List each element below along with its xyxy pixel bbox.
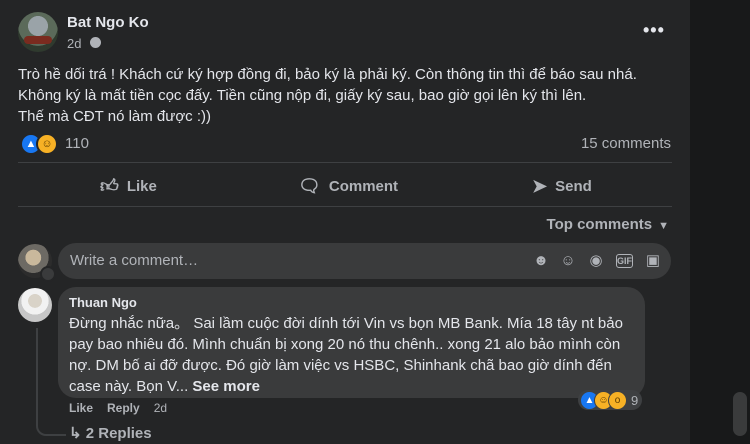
comment-reaction-count: 9 [631,393,639,408]
post-body: Trò hề dối trá ! Khách cứ ký hợp đồng đi… [18,66,637,125]
view-replies-link[interactable]: ↳ 2 Replies [69,424,152,442]
scrollbar-thumb[interactable] [733,392,747,436]
comment-bubble-icon: 🗨︎ [298,175,321,196]
reply-arrow-icon: ↳ [69,425,82,442]
comment-time[interactable]: 2d [154,401,167,415]
comment-label: Comment [328,177,399,195]
comment-button[interactable]: 🗨︎ Comment [298,170,398,202]
wow-reaction-icon: o [608,391,627,410]
comment-body: Đừng nhắc nữa。 Sai lầm cuộc đời dính tới… [69,313,639,397]
comment-placeholder: Write a comment… [70,252,199,269]
author-name[interactable]: Bat Ngo Ko [67,14,149,31]
author-avatar[interactable] [18,12,58,52]
send-label: Send [555,177,592,195]
post-time[interactable]: 2d [67,36,81,51]
comment-input[interactable]: Write a comment… ☻ ☺ ◉ GIF ▣ [58,243,671,279]
send-button[interactable]: ➤ Send [532,170,592,202]
comment-like-link[interactable]: Like [69,401,93,415]
current-user-avatar[interactable] [18,244,56,282]
comment-reply-link[interactable]: Reply [107,401,140,415]
sort-label: Top comments [546,216,653,233]
commenter-avatar[interactable] [18,288,52,322]
post-card: Bat Ngo Ko 2d ••• Trò hề dối trá ! Khách… [0,0,690,444]
reaction-count[interactable]: 110 [65,135,89,152]
sticker-icon[interactable]: ▣ [644,252,662,270]
comment-bubble: Thuan Ngo Đừng nhắc nữa。 Sai lầm cuộc đờ… [58,287,645,398]
see-more-link[interactable]: See more [192,378,260,395]
camera-icon[interactable]: ◉ [587,252,605,270]
commenter-name[interactable]: Thuan Ngo [69,295,137,310]
haha-reaction-icon: ☺ [36,133,58,155]
emoji-icon[interactable]: ☺ [559,252,577,270]
gif-icon[interactable]: GIF [616,254,633,268]
like-label: Like [126,177,157,195]
account-switch-icon[interactable] [40,266,56,282]
comment-text: Đừng nhắc nữa。 Sai lầm cuộc đời dính tới… [69,315,623,395]
comment-actions: Like Reply 2d [69,401,167,415]
divider [18,206,672,207]
avatar-sticker-icon[interactable]: ☻ [532,252,550,270]
comment-reactions[interactable]: ▲ ☺ o 9 [578,390,642,410]
like-button[interactable]: 👍︎ Like [100,170,157,202]
messenger-icon: ➤ [532,175,548,196]
replies-label: 2 Replies [85,425,152,442]
comment-sort-dropdown[interactable]: Top comments ▼ [547,216,669,233]
audience-friends-icon [90,37,101,48]
comments-count-link[interactable]: 15 comments [581,135,671,152]
thumbs-up-icon: 👍︎ [100,176,119,196]
divider [18,162,672,163]
caret-down-icon: ▼ [658,220,669,232]
more-options-icon[interactable]: ••• [643,20,665,41]
page-background [690,0,750,444]
